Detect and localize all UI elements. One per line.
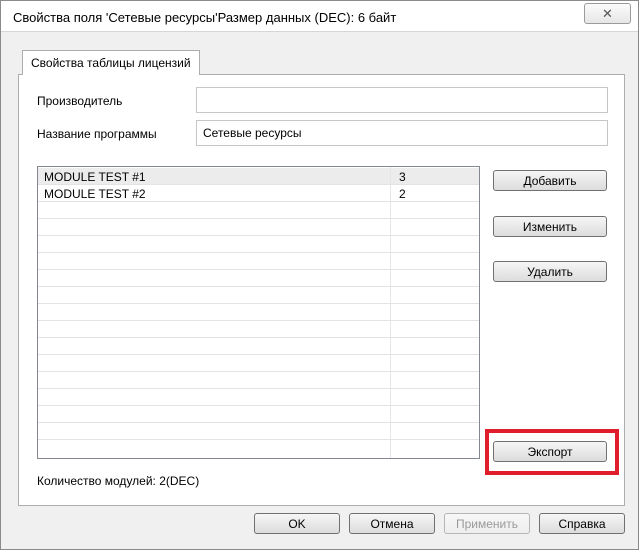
list-item-empty[interactable] <box>38 236 479 253</box>
tab-license-table-properties[interactable]: Свойства таблицы лицензий <box>22 50 200 75</box>
module-name: MODULE TEST #1 <box>44 170 146 184</box>
cancel-button[interactable]: Отмена <box>349 513 435 534</box>
edit-button[interactable]: Изменить <box>493 216 607 237</box>
close-icon: ✕ <box>602 5 613 21</box>
module-name: MODULE TEST #2 <box>44 187 146 201</box>
modules-list[interactable]: MODULE TEST #1 3 MODULE TEST #2 2 <box>37 166 480 459</box>
list-item[interactable]: MODULE TEST #2 2 <box>38 185 479 202</box>
list-item-empty[interactable] <box>38 389 479 406</box>
ok-button[interactable]: OK <box>254 513 340 534</box>
list-item[interactable]: MODULE TEST #1 3 <box>38 168 479 185</box>
list-item-empty[interactable] <box>38 202 479 219</box>
list-item-empty[interactable] <box>38 355 479 372</box>
list-item-empty[interactable] <box>38 406 479 423</box>
program-name-input[interactable]: Сетевые ресурсы <box>196 120 608 146</box>
list-item-empty[interactable] <box>38 270 479 287</box>
list-item-empty[interactable] <box>38 372 479 389</box>
add-button[interactable]: Добавить <box>493 170 607 191</box>
list-item-empty[interactable] <box>38 338 479 355</box>
list-item-empty[interactable] <box>38 287 479 304</box>
tab-label: Свойства таблицы лицензий <box>31 56 191 70</box>
manufacturer-label: Производитель <box>37 94 123 108</box>
program-name-value: Сетевые ресурсы <box>203 126 302 140</box>
list-item-empty[interactable] <box>38 321 479 338</box>
module-count: 2 <box>399 187 406 201</box>
delete-button[interactable]: Удалить <box>493 261 607 282</box>
title-bar: Свойства поля 'Сетевые ресурсы'Размер да… <box>1 1 638 32</box>
close-button[interactable]: ✕ <box>584 3 631 24</box>
list-item-empty[interactable] <box>38 253 479 270</box>
program-name-label: Название программы <box>37 127 157 141</box>
window-title: Свойства поля 'Сетевые ресурсы'Размер да… <box>13 10 397 25</box>
manufacturer-input[interactable] <box>196 87 608 113</box>
export-highlight-frame <box>485 429 619 475</box>
apply-button[interactable]: Применить <box>444 513 530 534</box>
help-button[interactable]: Справка <box>539 513 625 534</box>
list-item-empty[interactable] <box>38 423 479 440</box>
module-count: 3 <box>399 170 406 184</box>
list-item-empty[interactable] <box>38 219 479 236</box>
modules-count-label: Количество модулей: 2(DEC) <box>37 474 200 488</box>
list-item-empty[interactable] <box>38 304 479 321</box>
